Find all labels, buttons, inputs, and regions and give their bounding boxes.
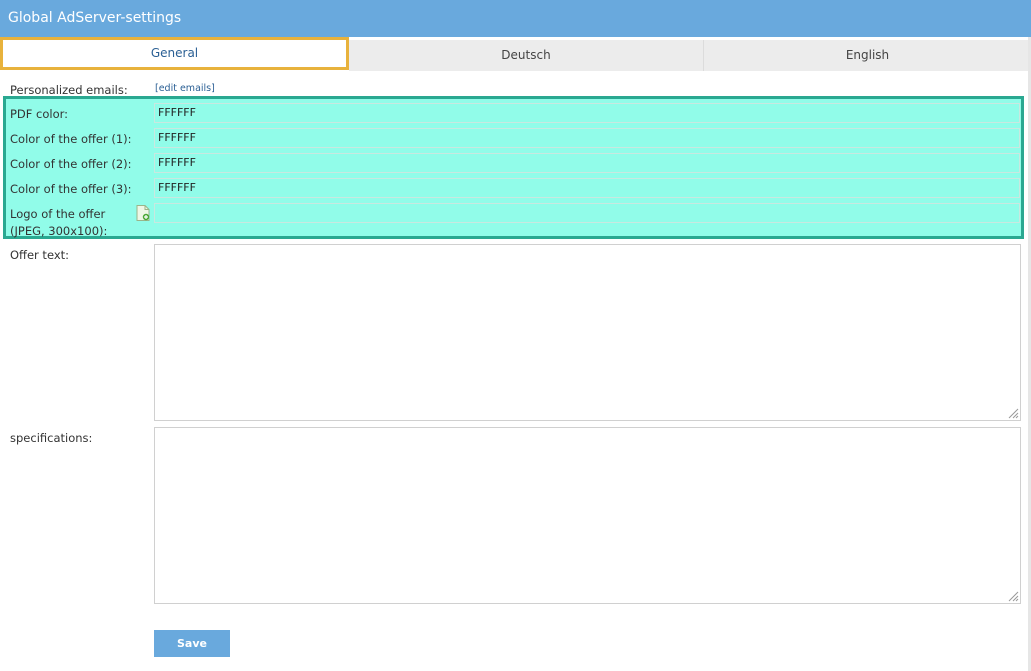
pdf-color-field[interactable]: FFFFFF [154, 103, 1020, 123]
offer-text-label: Offer text: [10, 248, 70, 262]
offer-color-2-field[interactable]: FFFFFF [154, 153, 1020, 173]
resize-handle-icon[interactable] [1007, 590, 1019, 602]
tab-general[interactable]: General [0, 37, 349, 70]
tab-bar: General Deutsch English [0, 37, 1031, 71]
page-title: Global AdServer-settings [8, 10, 182, 26]
specifications-label: specifications: [10, 431, 93, 445]
logo-label-line2: (JPEG, 300x100): [10, 224, 108, 238]
tab-deutsch[interactable]: Deutsch [349, 40, 704, 71]
logo-label: Logo of the offer (JPEG, 300x100): [10, 207, 107, 238]
offer-color-1-label: Color of the offer (1): [10, 132, 132, 146]
header-bar: Global AdServer-settings [0, 0, 1031, 37]
resize-handle-icon[interactable] [1007, 407, 1019, 419]
personalized-emails-label: Personalized emails: [10, 83, 128, 97]
pdf-color-label: PDF color: [10, 107, 69, 121]
offer-color-1-field[interactable]: FFFFFF [154, 128, 1020, 148]
offer-color-2-label: Color of the offer (2): [10, 157, 132, 171]
file-upload-icon[interactable] [136, 205, 150, 221]
logo-field[interactable] [154, 203, 1020, 223]
offer-color-3-label: Color of the offer (3): [10, 182, 132, 196]
edit-emails-link[interactable]: [edit emails] [155, 83, 215, 94]
tab-english[interactable]: English [704, 40, 1031, 71]
offer-color-3-field[interactable]: FFFFFF [154, 178, 1020, 198]
logo-label-line1: Logo of the offer [10, 207, 106, 221]
save-button[interactable]: Save [154, 630, 230, 657]
specifications-area[interactable] [154, 427, 1021, 604]
offer-text-area[interactable] [154, 244, 1021, 421]
